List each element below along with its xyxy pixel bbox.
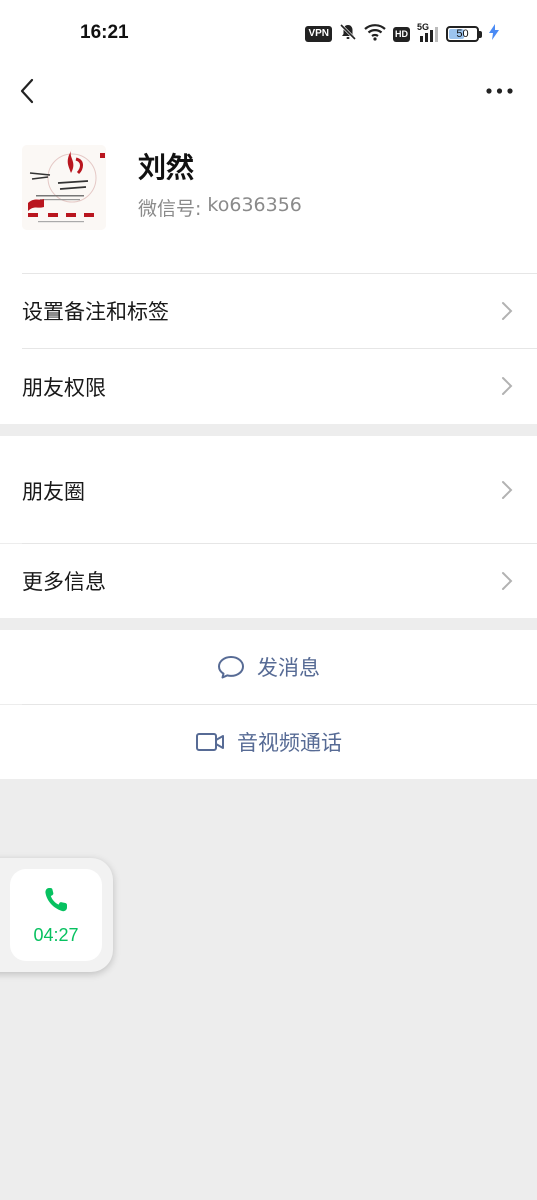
menu-item-friend-permissions[interactable]: 朋友权限 <box>0 349 537 424</box>
chevron-left-icon[interactable] <box>14 74 44 108</box>
menu-item-label: 朋友圈 <box>22 480 85 504</box>
floating-call-window[interactable]: 04:27 <box>0 858 113 972</box>
mute-bell-icon <box>339 23 357 45</box>
battery-indicator: 50 <box>446 26 482 42</box>
menu-item-label: 朋友权限 <box>22 376 106 400</box>
menu-item-label: 设置备注和标签 <box>22 300 169 324</box>
status-time: 16:21 <box>80 22 129 43</box>
chevron-right-icon <box>500 570 514 592</box>
video-camera-icon <box>195 731 225 753</box>
battery-icon: 50 <box>446 26 479 42</box>
vpn-badge: VPN <box>305 26 332 42</box>
wifi-icon <box>364 23 386 45</box>
chevron-right-icon <box>500 479 514 501</box>
video-call-button[interactable]: 音视频通话 <box>0 705 537 779</box>
charging-icon <box>489 24 499 44</box>
status-icons: VPN HD 5G 50 <box>305 22 499 46</box>
send-message-label: 发消息 <box>257 656 320 680</box>
contact-name: 刘然 <box>138 151 195 184</box>
call-duration: 04:27 <box>33 925 79 945</box>
wechat-id-value: ko636356 <box>207 194 302 216</box>
status-bar: 16:21 VPN HD 5G 50 <box>0 0 537 68</box>
hd-badge: HD <box>393 26 410 42</box>
send-message-button[interactable]: 发消息 <box>0 630 537 704</box>
battery-level: 50 <box>456 28 469 40</box>
wechat-id-label: 微信号: <box>138 198 202 220</box>
call-card: 04:27 <box>10 869 102 961</box>
chat-bubble-icon <box>217 654 245 680</box>
avatar[interactable] <box>22 145 106 230</box>
more-horizontal-icon[interactable] <box>484 78 516 104</box>
video-call-label: 音视频通话 <box>237 731 342 755</box>
signal-icon: 5G <box>417 22 439 44</box>
wechat-id: 微信号: ko636356 <box>138 194 302 221</box>
menu-item-more-info[interactable]: 更多信息 <box>0 544 537 618</box>
menu-item-set-remark[interactable]: 设置备注和标签 <box>0 274 537 348</box>
phone-icon <box>43 885 69 913</box>
chevron-right-icon <box>500 300 514 322</box>
menu-item-moments[interactable]: 朋友圈 <box>0 436 537 543</box>
chevron-right-icon <box>500 375 514 397</box>
menu-item-label: 更多信息 <box>22 570 106 594</box>
